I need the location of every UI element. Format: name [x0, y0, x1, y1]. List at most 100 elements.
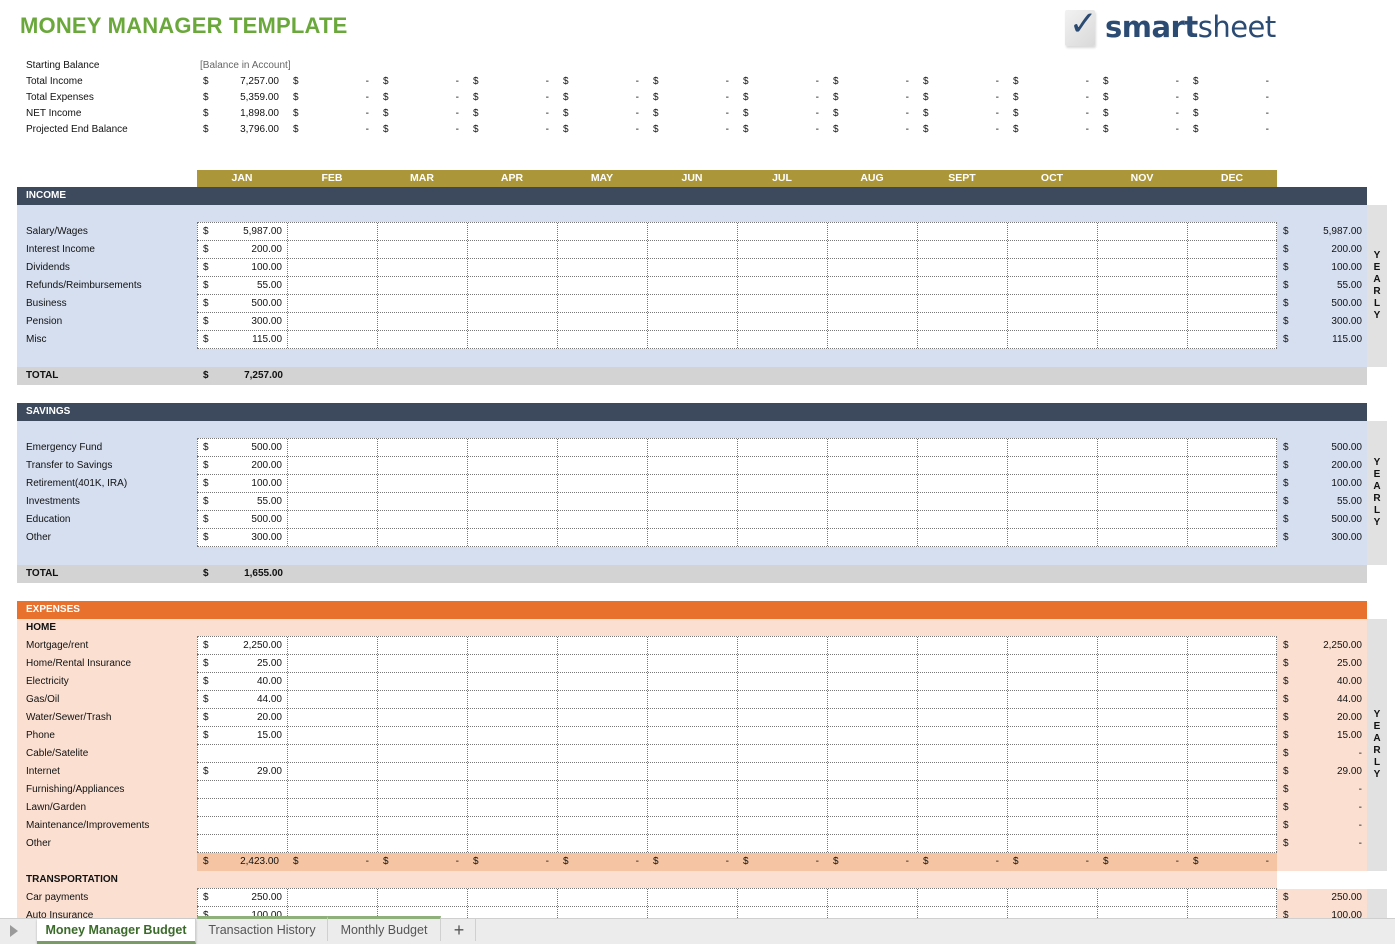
month-cell-dec[interactable] — [1187, 727, 1277, 745]
month-cell-nov[interactable] — [1097, 691, 1187, 709]
month-cell-may[interactable] — [557, 727, 647, 745]
month-cell-aug[interactable] — [827, 223, 917, 241]
month-cell-feb[interactable] — [287, 241, 377, 259]
month-cell-feb[interactable] — [287, 817, 377, 835]
month-cell-oct[interactable] — [1007, 493, 1097, 511]
month-cell-oct[interactable] — [1007, 637, 1097, 655]
month-cell-jul[interactable] — [737, 745, 827, 763]
month-cell-jun[interactable] — [647, 637, 737, 655]
month-cell-oct[interactable] — [1007, 835, 1097, 853]
jan-cell[interactable]: $500.00 — [197, 295, 287, 313]
month-cell-feb[interactable] — [287, 511, 377, 529]
month-cell-jul[interactable] — [737, 241, 827, 259]
month-cell-may[interactable] — [557, 295, 647, 313]
month-cell-feb[interactable] — [287, 313, 377, 331]
month-cell-may[interactable] — [557, 439, 647, 457]
month-cell-apr[interactable] — [467, 799, 557, 817]
month-cell-sept[interactable] — [917, 817, 1007, 835]
month-cell-jun[interactable] — [647, 799, 737, 817]
month-cell-apr[interactable] — [467, 511, 557, 529]
month-cell-apr[interactable] — [467, 277, 557, 295]
month-cell-mar[interactable] — [377, 277, 467, 295]
month-cell-dec[interactable] — [1187, 331, 1277, 349]
month-cell-jun[interactable] — [647, 655, 737, 673]
month-cell-aug[interactable] — [827, 295, 917, 313]
month-cell-nov[interactable] — [1097, 223, 1187, 241]
month-cell-oct[interactable] — [1007, 727, 1097, 745]
month-cell-sept[interactable] — [917, 493, 1007, 511]
jan-cell[interactable]: $100.00 — [197, 475, 287, 493]
month-cell-feb[interactable] — [287, 223, 377, 241]
month-cell-dec[interactable] — [1187, 817, 1277, 835]
month-cell-aug[interactable] — [827, 709, 917, 727]
month-cell-feb[interactable] — [287, 637, 377, 655]
month-cell-jul[interactable] — [737, 331, 827, 349]
month-cell-jul[interactable] — [737, 259, 827, 277]
jan-cell[interactable]: $55.00 — [197, 493, 287, 511]
month-cell-oct[interactable] — [1007, 439, 1097, 457]
month-cell-apr[interactable] — [467, 655, 557, 673]
month-cell-sept[interactable] — [917, 331, 1007, 349]
month-cell-aug[interactable] — [827, 331, 917, 349]
month-cell-apr[interactable] — [467, 475, 557, 493]
jan-cell[interactable] — [197, 745, 287, 763]
month-cell-aug[interactable] — [827, 673, 917, 691]
jan-cell[interactable]: $15.00 — [197, 727, 287, 745]
month-cell-oct[interactable] — [1007, 709, 1097, 727]
month-cell-apr[interactable] — [467, 817, 557, 835]
jan-cell[interactable]: $250.00 — [197, 889, 287, 907]
jan-cell[interactable]: $300.00 — [197, 529, 287, 547]
month-cell-nov[interactable] — [1097, 475, 1187, 493]
jan-cell[interactable]: $25.00 — [197, 655, 287, 673]
month-cell-apr[interactable] — [467, 223, 557, 241]
month-cell-oct[interactable] — [1007, 331, 1097, 349]
month-cell-nov[interactable] — [1097, 295, 1187, 313]
month-cell-nov[interactable] — [1097, 745, 1187, 763]
jan-cell[interactable]: $5,987.00 — [197, 223, 287, 241]
month-cell-sept[interactable] — [917, 835, 1007, 853]
jan-cell[interactable]: $20.00 — [197, 709, 287, 727]
month-cell-may[interactable] — [557, 817, 647, 835]
month-cell-sept[interactable] — [917, 709, 1007, 727]
month-cell-mar[interactable] — [377, 781, 467, 799]
month-cell-jun[interactable] — [647, 529, 737, 547]
jan-cell[interactable]: $115.00 — [197, 331, 287, 349]
month-cell-nov[interactable] — [1097, 763, 1187, 781]
month-cell-feb[interactable] — [287, 889, 377, 907]
month-cell-jul[interactable] — [737, 673, 827, 691]
month-cell-may[interactable] — [557, 637, 647, 655]
month-cell-feb[interactable] — [287, 655, 377, 673]
month-cell-may[interactable] — [557, 655, 647, 673]
month-cell-oct[interactable] — [1007, 457, 1097, 475]
month-cell-feb[interactable] — [287, 673, 377, 691]
month-cell-sept[interactable] — [917, 727, 1007, 745]
month-cell-may[interactable] — [557, 259, 647, 277]
jan-cell[interactable]: $29.00 — [197, 763, 287, 781]
month-cell-jun[interactable] — [647, 331, 737, 349]
month-cell-apr[interactable] — [467, 889, 557, 907]
month-cell-sept[interactable] — [917, 691, 1007, 709]
month-cell-nov[interactable] — [1097, 673, 1187, 691]
month-cell-jul[interactable] — [737, 529, 827, 547]
tab-transaction-history[interactable]: Transaction History — [197, 916, 328, 941]
month-cell-may[interactable] — [557, 277, 647, 295]
month-cell-dec[interactable] — [1187, 295, 1277, 313]
month-cell-nov[interactable] — [1097, 637, 1187, 655]
month-cell-jul[interactable] — [737, 709, 827, 727]
month-cell-sept[interactable] — [917, 529, 1007, 547]
month-cell-sept[interactable] — [917, 655, 1007, 673]
month-cell-nov[interactable] — [1097, 799, 1187, 817]
month-cell-sept[interactable] — [917, 637, 1007, 655]
month-cell-jun[interactable] — [647, 835, 737, 853]
month-cell-feb[interactable] — [287, 529, 377, 547]
month-cell-sept[interactable] — [917, 781, 1007, 799]
month-cell-may[interactable] — [557, 223, 647, 241]
month-cell-jul[interactable] — [737, 511, 827, 529]
month-cell-mar[interactable] — [377, 457, 467, 475]
month-cell-may[interactable] — [557, 475, 647, 493]
month-cell-jun[interactable] — [647, 223, 737, 241]
month-cell-oct[interactable] — [1007, 511, 1097, 529]
month-cell-may[interactable] — [557, 745, 647, 763]
month-cell-jun[interactable] — [647, 673, 737, 691]
month-cell-sept[interactable] — [917, 889, 1007, 907]
